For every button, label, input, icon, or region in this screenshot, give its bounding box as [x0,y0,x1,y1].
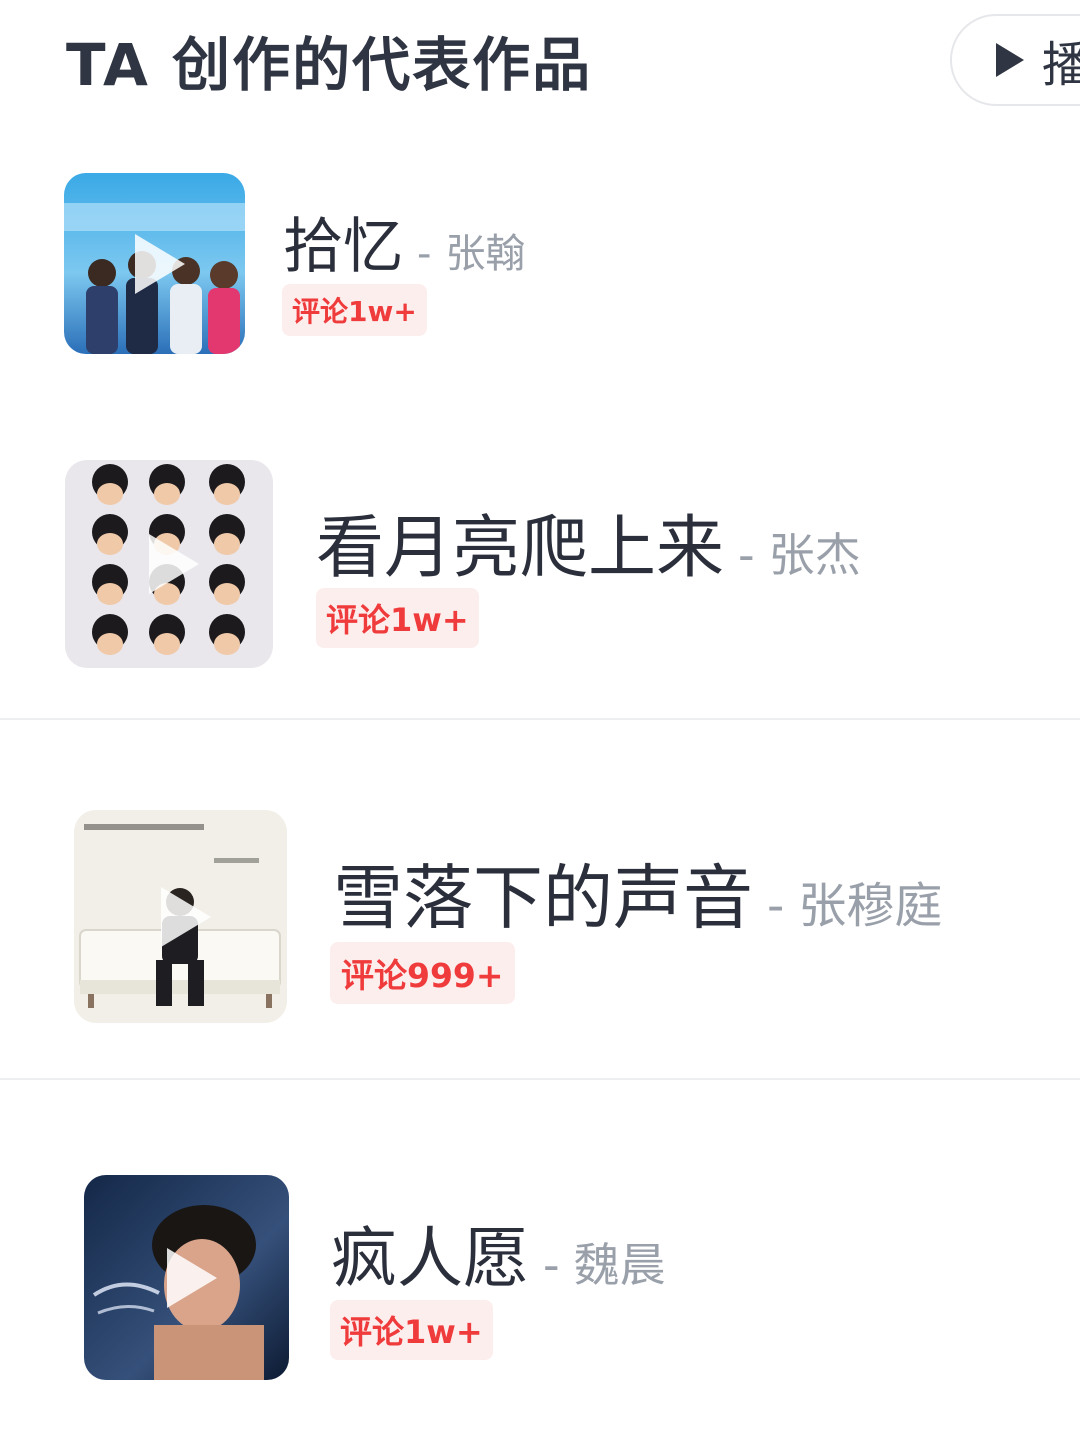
album-cover[interactable] [65,460,273,668]
artist-name: 魏晨 [573,1238,666,1292]
song-title-line: 看月亮爬上来 - 张杰 [316,492,861,591]
comment-count-badge: 评论1w+ [282,284,427,336]
song-title-line: 疯人愿 - 魏晨 [331,1205,666,1301]
comment-count-badge: 评论1w+ [316,588,479,648]
album-cover[interactable] [64,173,245,354]
separator: - [767,878,785,934]
song-title-line: 雪落下的声音 - 张穆庭 [333,842,942,943]
play-overlay-icon [166,1247,217,1308]
play-overlay-icon [134,233,185,294]
play-overlay-icon [160,886,211,947]
artist-name: 张穆庭 [798,878,943,934]
song-title: 拾忆 [283,212,403,282]
album-cover[interactable] [74,810,287,1023]
song-row[interactable]: 雪落下的声音 - 张穆庭 评论999+ [0,720,1080,1078]
song-title-line: 拾忆 - 张翰 [283,198,525,285]
artist-name: 张杰 [768,528,861,582]
separator: - [543,1238,560,1292]
song-row[interactable]: 看月亮爬上来 - 张杰 评论1w+ [0,380,1080,718]
song-title: 看月亮爬上来 [316,509,725,588]
song-title: 疯人愿 [331,1220,529,1297]
song-row[interactable]: 拾忆 - 张翰 评论1w+ [0,0,1080,380]
separator: - [738,528,755,582]
album-cover[interactable] [84,1175,289,1380]
song-row[interactable]: 疯人愿 - 魏晨 评论1w+ [0,1080,1080,1439]
comment-count-badge: 评论999+ [330,942,515,1004]
artist-name: 张翰 [445,231,526,277]
representative-works-page: TA 创作的代表作品 播 拾忆 - 张翰 评论1w+ 看月亮爬上来 - 张杰 评… [0,0,1080,1439]
comment-count-badge: 评论1w+ [330,1300,493,1360]
separator: - [417,231,432,277]
play-overlay-icon [149,534,199,594]
song-title: 雪落下的声音 [333,857,753,939]
